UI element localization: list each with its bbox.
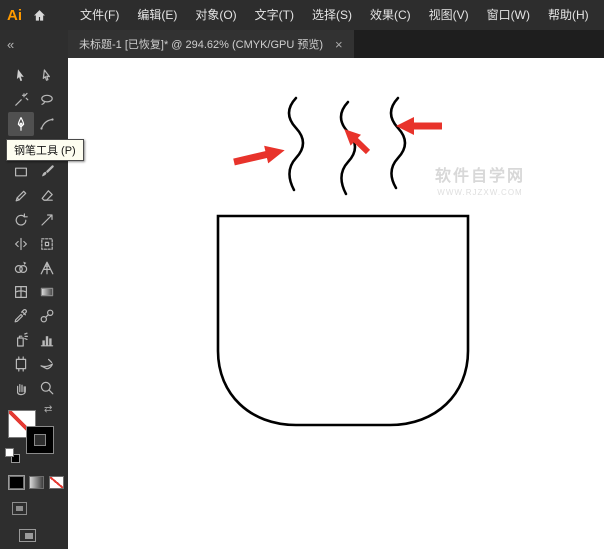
watermark-url: WWW.RJZXW.COM xyxy=(428,188,532,197)
default-fill-chip xyxy=(5,448,14,457)
shape-builder-icon xyxy=(13,260,29,276)
menu-type[interactable]: 文字(T) xyxy=(246,0,303,30)
menu-items: 文件(F) 编辑(E) 对象(O) 文字(T) 选择(S) 效果(C) 视图(V… xyxy=(71,0,598,30)
rectangle-icon xyxy=(13,164,29,180)
document-tab-title: 未标题-1 [已恢复]* @ 294.62% (CMYK/GPU 预览) xyxy=(79,36,323,52)
eyedropper-tool[interactable] xyxy=(8,304,34,328)
gradient-button[interactable] xyxy=(29,476,44,489)
draw-mode-button[interactable] xyxy=(12,502,27,515)
lasso-tool[interactable] xyxy=(34,88,60,112)
stroke-color-swatch[interactable] xyxy=(26,426,54,454)
app-logo: Ai xyxy=(0,7,30,24)
home-icon[interactable] xyxy=(30,8,57,23)
scale-tool[interactable] xyxy=(34,208,60,232)
rectangle-tool[interactable] xyxy=(8,160,34,184)
tab-close-icon[interactable]: × xyxy=(335,37,343,52)
menu-select[interactable]: 选择(S) xyxy=(303,0,361,30)
curvature-tool[interactable] xyxy=(34,112,60,136)
pencil-tool[interactable] xyxy=(8,184,34,208)
steam-line[interactable] xyxy=(289,98,303,190)
selection-tool[interactable] xyxy=(8,64,34,88)
paintbrush-icon xyxy=(39,164,55,180)
watermark: 软件自学网 WWW.RJZXW.COM xyxy=(428,162,532,197)
house-icon xyxy=(32,8,47,23)
document-tab[interactable]: 未标题-1 [已恢复]* @ 294.62% (CMYK/GPU 预览) × xyxy=(68,30,354,58)
magic-wand-icon xyxy=(13,92,29,108)
slice-icon xyxy=(39,356,55,372)
menu-window[interactable]: 窗口(W) xyxy=(478,0,539,30)
pen-icon xyxy=(13,116,29,132)
mesh-icon xyxy=(13,284,29,300)
watermark-text: 软件自学网 xyxy=(428,162,532,186)
pen-tool-tooltip: 钢笔工具 (P) xyxy=(6,139,84,161)
artboard-tool[interactable] xyxy=(8,352,34,376)
pencil-icon xyxy=(13,188,29,204)
cup-outline[interactable] xyxy=(218,216,468,425)
hand-tool[interactable] xyxy=(8,376,34,400)
slice-tool[interactable] xyxy=(34,352,60,376)
default-colors-icon[interactable] xyxy=(5,448,20,463)
width-tool[interactable] xyxy=(8,232,34,256)
menu-view[interactable]: 视图(V) xyxy=(420,0,478,30)
menu-object[interactable]: 对象(O) xyxy=(186,0,245,30)
blend-tool[interactable] xyxy=(34,304,60,328)
collapse-panels-icon[interactable]: « xyxy=(0,30,68,58)
zoom-tool[interactable] xyxy=(34,376,60,400)
menu-effect[interactable]: 效果(C) xyxy=(361,0,420,30)
pen-tool[interactable] xyxy=(8,112,34,136)
menu-file[interactable]: 文件(F) xyxy=(71,0,128,30)
shape-builder-tool[interactable] xyxy=(8,256,34,280)
screen-mode-button[interactable] xyxy=(19,529,36,542)
stroke-swatch-hole xyxy=(34,434,46,446)
gradient-icon xyxy=(39,284,55,300)
artboard-icon xyxy=(13,356,29,372)
free-transform-tool[interactable] xyxy=(34,232,60,256)
tab-strip: « 未标题-1 [已恢复]* @ 294.62% (CMYK/GPU 预览) × xyxy=(0,30,604,58)
direct-selection-tool[interactable] xyxy=(34,64,60,88)
perspective-grid-tool[interactable] xyxy=(34,256,60,280)
color-button[interactable] xyxy=(9,476,24,489)
artwork-svg[interactable] xyxy=(68,58,604,549)
main-area: ⇄ 软件自学网 WWW.RJZXW.C xyxy=(0,58,604,549)
lasso-icon xyxy=(39,92,55,108)
annotation-arrow xyxy=(232,142,287,171)
curvature-icon xyxy=(39,116,55,132)
eraser-icon xyxy=(39,188,55,204)
swap-fill-stroke-icon[interactable]: ⇄ xyxy=(44,404,52,415)
canvas[interactable]: 软件自学网 WWW.RJZXW.COM xyxy=(68,58,604,549)
zoom-icon xyxy=(39,380,55,396)
blend-icon xyxy=(39,308,55,324)
tool-grid xyxy=(0,58,68,400)
perspective-grid-icon xyxy=(39,260,55,276)
direct-selection-icon xyxy=(39,68,55,84)
rotate-tool[interactable] xyxy=(8,208,34,232)
column-graph-tool[interactable] xyxy=(34,328,60,352)
mesh-tool[interactable] xyxy=(8,280,34,304)
gradient-tool[interactable] xyxy=(34,280,60,304)
paint-mode-buttons xyxy=(0,466,68,489)
toolbar: ⇄ xyxy=(0,58,68,549)
rotate-icon xyxy=(13,212,29,228)
menu-help[interactable]: 帮助(H) xyxy=(539,0,598,30)
free-transform-icon xyxy=(39,236,55,252)
hand-icon xyxy=(13,380,29,396)
fill-stroke-control: ⇄ xyxy=(0,404,68,466)
eraser-tool[interactable] xyxy=(34,184,60,208)
magic-wand-tool[interactable] xyxy=(8,88,34,112)
menu-edit[interactable]: 编辑(E) xyxy=(128,0,186,30)
steam-line[interactable] xyxy=(341,102,355,194)
column-graph-icon xyxy=(39,332,55,348)
selection-icon xyxy=(13,68,29,84)
eyedropper-icon xyxy=(13,308,29,324)
width-icon xyxy=(13,236,29,252)
none-button[interactable] xyxy=(49,476,64,489)
scale-icon xyxy=(39,212,55,228)
menubar: Ai 文件(F) 编辑(E) 对象(O) 文字(T) 选择(S) 效果(C) 视… xyxy=(0,0,604,30)
paintbrush-tool[interactable] xyxy=(34,160,60,184)
symbol-sprayer-icon xyxy=(13,332,29,348)
symbol-sprayer-tool[interactable] xyxy=(8,328,34,352)
steam-line[interactable] xyxy=(391,98,405,188)
